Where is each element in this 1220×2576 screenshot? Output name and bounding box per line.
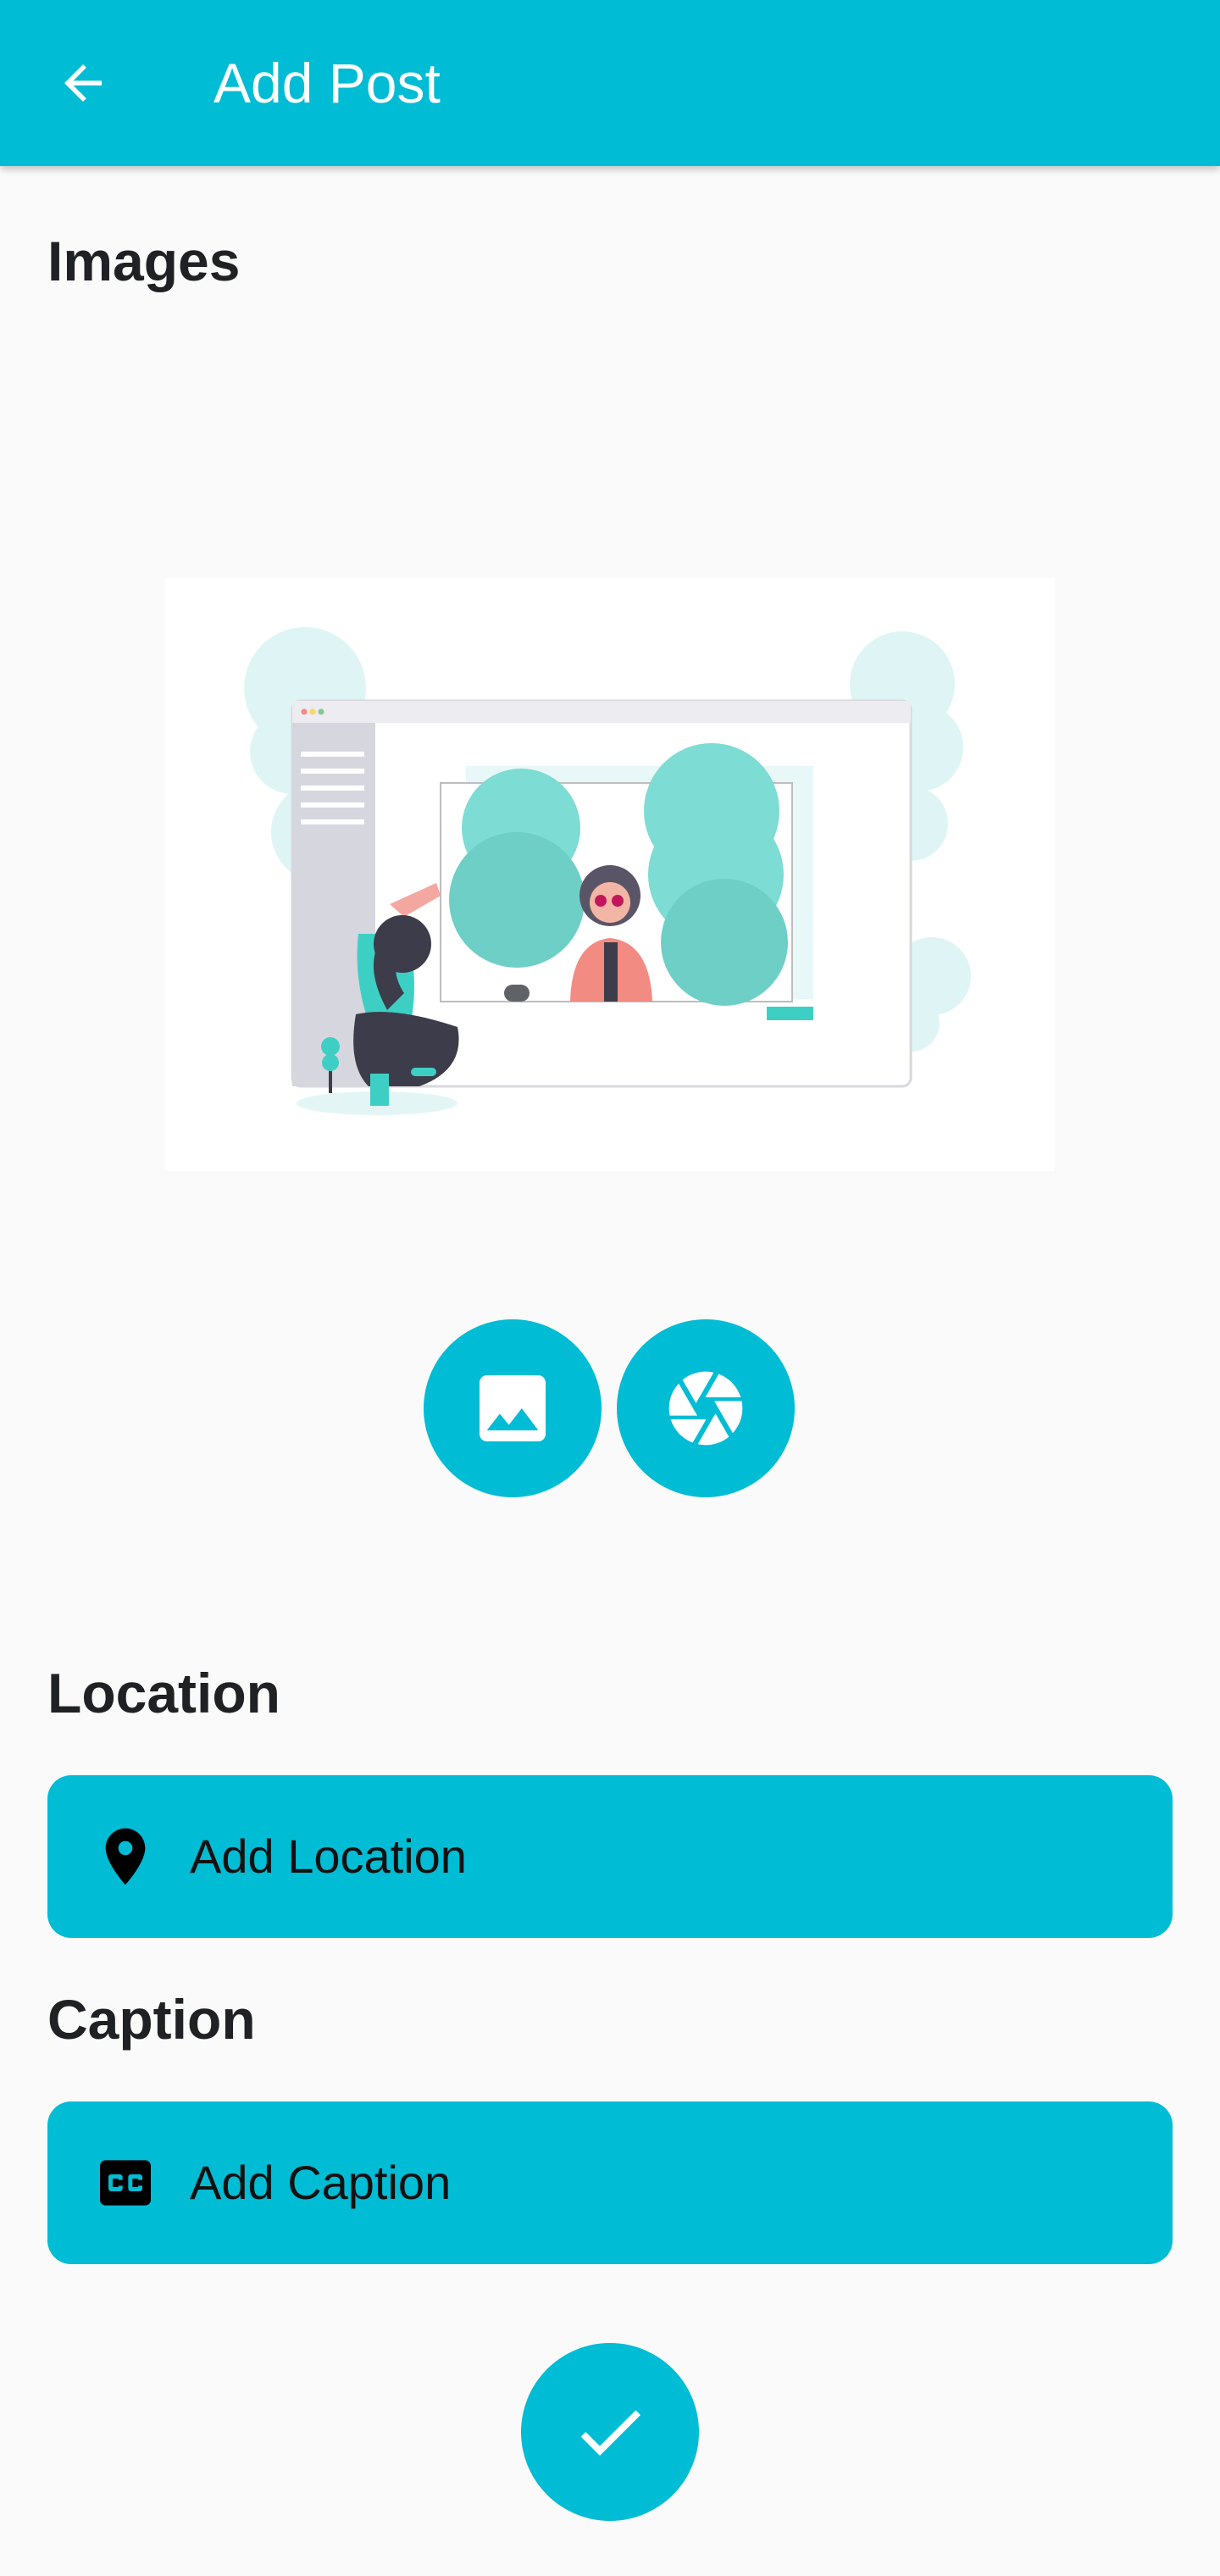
caption-section-label: Caption [47, 1988, 256, 2051]
take-photo-button[interactable] [617, 1319, 795, 1497]
page-title: Add Post [214, 52, 441, 114]
post-image-placeholder-illustration [165, 578, 1055, 1171]
pick-from-gallery-button[interactable] [424, 1319, 602, 1497]
location-section-label: Location [47, 1662, 280, 1724]
app-bar: Add Post [0, 0, 1220, 166]
image-icon [480, 1375, 546, 1441]
arrow-back-icon [64, 64, 102, 102]
images-section-label: Images [47, 230, 241, 292]
add-location-label: Add Location [190, 1829, 467, 1883]
back-button[interactable] [47, 47, 119, 119]
submit-post-button[interactable] [521, 2343, 699, 2521]
add-caption-label: Add Caption [190, 2156, 452, 2209]
location-pin-icon [105, 1828, 146, 1885]
add-caption-button[interactable]: Add Caption [47, 2101, 1173, 2264]
closed-caption-icon [100, 2160, 151, 2206]
add-location-button[interactable]: Add Location [47, 1775, 1173, 1938]
check-icon [580, 2410, 640, 2456]
camera-aperture-icon [668, 1371, 743, 1446]
